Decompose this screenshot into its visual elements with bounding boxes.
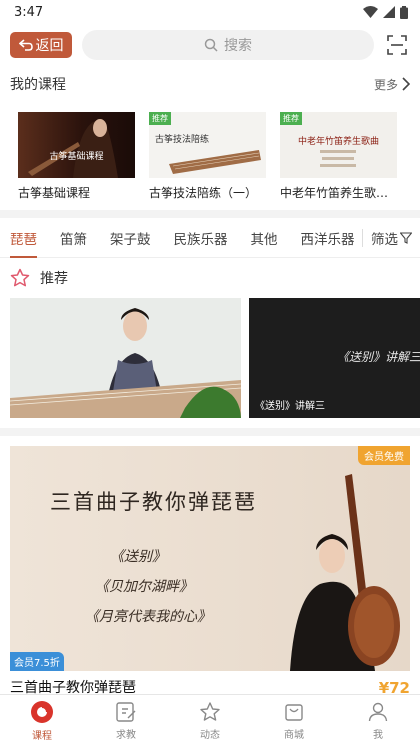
banner-song: 《贝加尔湖畔》 (95, 579, 193, 595)
course-title: 古筝基础课程 (18, 186, 91, 200)
category-tabs: 琵琶 笛箫 架子鼓 民族乐器 其他 西洋乐器 筛选 (0, 218, 420, 258)
course-title: 古筝技法陪练（一） (149, 186, 258, 200)
more-courses-link[interactable]: 更多 (374, 76, 410, 93)
nav-label: 课程 (32, 730, 52, 742)
banner-title: 三首曲子教你弹琵琶 (50, 490, 257, 514)
tab-dixiao[interactable]: 笛箫 (60, 218, 87, 258)
member-free-badge: 会员免费 (358, 446, 410, 465)
recommend-title: 推荐 (40, 271, 68, 287)
tab-western-instruments[interactable]: 西洋乐器 (301, 218, 355, 258)
bottom-nav: 课程 求教 动态 商城 我 (0, 694, 420, 746)
status-bar: 3:47 (0, 0, 420, 24)
guzheng-performer-image (10, 298, 241, 418)
recommend-header: 推荐 (0, 258, 420, 298)
search-placeholder: 搜索 (224, 38, 252, 54)
more-label: 更多 (373, 77, 398, 92)
video-card[interactable] (10, 298, 241, 418)
course-card[interactable]: 古筝基础课程 古筝基础课程 (18, 112, 135, 210)
nav-item-feed[interactable]: 动态 (168, 695, 252, 746)
tab-pipa[interactable]: 琵琶 (10, 218, 37, 258)
my-courses-title: 我的课程 (10, 77, 66, 93)
nav-item-me[interactable]: 我 (336, 695, 420, 746)
tab-other[interactable]: 其他 (251, 218, 278, 258)
my-courses-header: 我的课程 更多 (0, 66, 420, 102)
course-title: 中老年竹笛养生歌曲... (280, 186, 397, 200)
course-icon (31, 700, 53, 723)
course-thumb-text: 古筝基础课程 (49, 152, 104, 162)
nav-label: 动态 (200, 729, 220, 741)
nav-item-ask[interactable]: 求教 (84, 695, 168, 746)
my-courses-list: 古筝基础课程 古筝基础课程 推荐 古筝技法陪练 古筝技法陪练（一） 推荐 中老年… (0, 102, 420, 210)
back-arrow-icon (18, 39, 33, 51)
course-thumbnail: 古筝基础课程 (18, 112, 135, 178)
filter-button[interactable]: 筛选 (362, 228, 420, 248)
video-title-overlay: 《送别》讲解三 (336, 350, 420, 364)
video-caption: 《送别》讲解三 (255, 401, 325, 412)
star-icon (200, 701, 220, 721)
filter-icon (400, 231, 412, 244)
user-icon (368, 702, 388, 721)
status-time: 3:47 (14, 4, 44, 20)
scan-button[interactable] (384, 32, 410, 58)
edit-icon (116, 701, 136, 722)
shop-icon (285, 703, 303, 721)
filter-label: 筛选 (371, 231, 398, 248)
back-button-label: 返回 (35, 38, 64, 54)
banner-song: 《送别》 (110, 549, 166, 565)
battery-icon (400, 5, 408, 19)
member-discount-badge: 会员7.5折 (10, 652, 64, 671)
nav-label: 商城 (284, 729, 304, 741)
decorative-text-lines (320, 150, 356, 167)
search-input[interactable]: 搜索 (82, 30, 374, 60)
tab-drum[interactable]: 架子鼓 (110, 218, 151, 258)
featured-course-banner[interactable]: 三首曲子教你弹琵琶 《送别》 《贝加尔湖畔》 《月亮代表我的心》 会员免费 会员… (10, 446, 410, 671)
scan-icon (387, 35, 407, 55)
signal-icon (383, 6, 395, 18)
course-card[interactable]: 推荐 古筝技法陪练 古筝技法陪练（一） (149, 112, 266, 210)
search-icon (204, 38, 218, 52)
video-card[interactable]: 《送别》讲解三 《送别》讲解三 (249, 298, 420, 418)
recommend-video-list: 《送别》讲解三 《送别》讲解三 (0, 298, 420, 418)
chevron-right-icon (402, 77, 410, 91)
star-outline-icon (10, 268, 30, 287)
nav-item-shop[interactable]: 商城 (252, 695, 336, 746)
top-header: 返回 搜索 (0, 24, 420, 66)
course-card[interactable]: 推荐 中老年竹笛养生歌曲 中老年竹笛养生歌曲... (280, 112, 397, 210)
banner-song: 《月亮代表我的心》 (85, 609, 211, 625)
section-divider (0, 428, 420, 436)
course-thumbnail: 推荐 古筝技法陪练 (149, 112, 266, 178)
guzheng-player-image (28, 119, 118, 178)
status-icons (363, 5, 408, 19)
guzheng-image (169, 150, 261, 174)
course-thumbnail: 推荐 中老年竹笛养生歌曲 (280, 112, 397, 178)
pipa-player-image (290, 474, 400, 671)
nav-label: 我 (373, 729, 383, 741)
wifi-icon (363, 6, 378, 18)
nav-item-course[interactable]: 课程 (0, 695, 84, 746)
back-button[interactable]: 返回 (10, 32, 72, 58)
nav-label: 求教 (116, 729, 136, 741)
tab-folk-instruments[interactable]: 民族乐器 (174, 218, 228, 258)
